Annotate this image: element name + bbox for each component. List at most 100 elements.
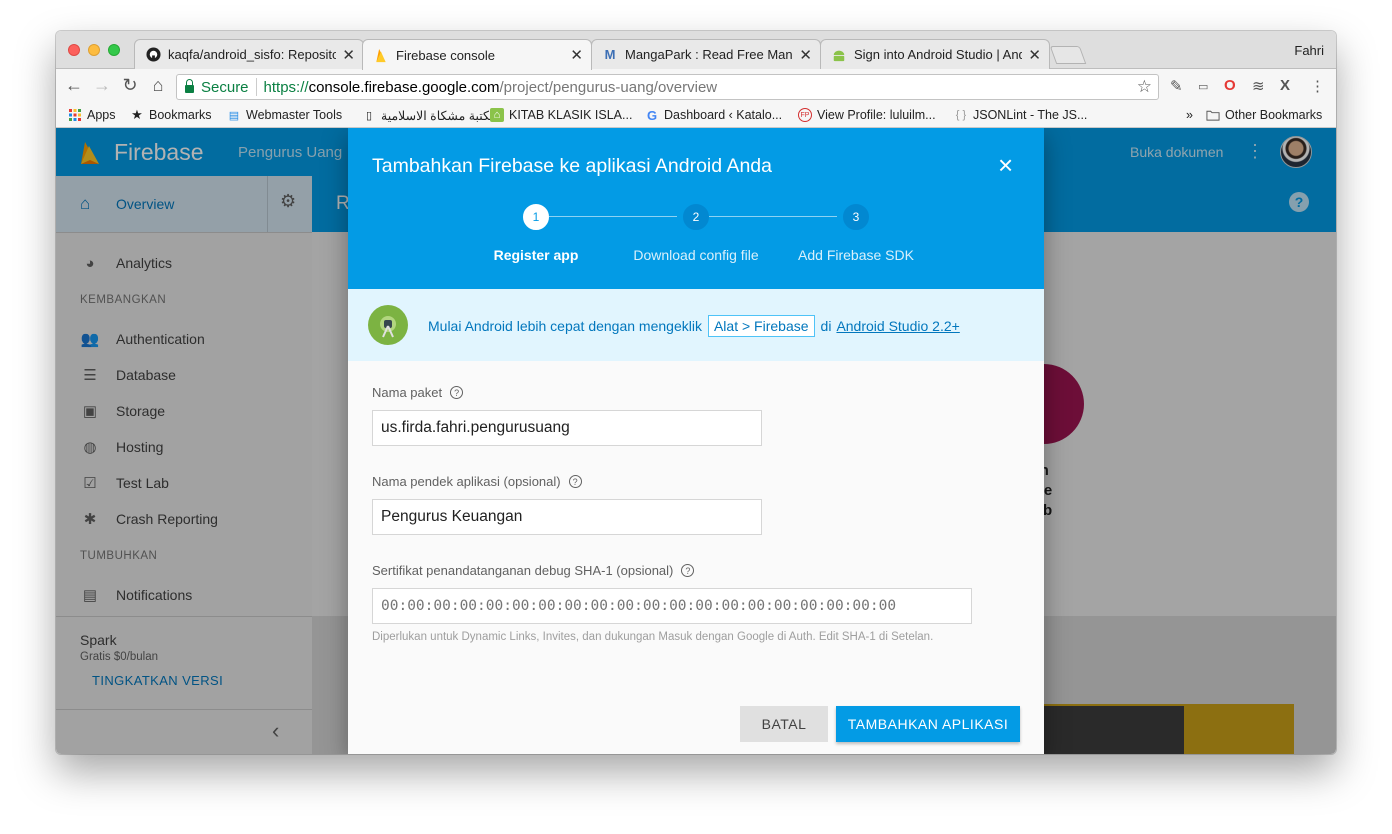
braces-icon: { } bbox=[955, 109, 967, 121]
bookmark-misykat[interactable]: ▯ مكتبة مشكاة الاسلامية bbox=[362, 108, 497, 123]
step-3-indicator: 3 bbox=[843, 204, 869, 230]
tab-firebase-console[interactable]: Firebase console ✕ bbox=[362, 39, 592, 70]
step-2-indicator: 2 bbox=[683, 204, 709, 230]
tab-strip: kaqfa/android_sisfo: Repository ✕ Fireba… bbox=[56, 31, 1336, 70]
reload-icon[interactable]: ↻ bbox=[118, 75, 142, 96]
browser-window: kaqfa/android_sisfo: Repository ✕ Fireba… bbox=[56, 31, 1336, 754]
mangapark-icon: M bbox=[604, 47, 616, 62]
google-icon: G bbox=[646, 107, 658, 123]
home-icon: ⌂ bbox=[490, 108, 504, 122]
overflow-chevron-icon: » bbox=[1186, 108, 1193, 122]
bookmark-label: JSONLint - The JS... bbox=[973, 108, 1088, 122]
help-circle-icon[interactable]: ? bbox=[450, 386, 464, 399]
step-3-label: Add Firebase SDK bbox=[798, 247, 914, 263]
step-2-label: Download config file bbox=[633, 247, 759, 263]
extension-icon[interactable]: ▭ bbox=[1198, 80, 1208, 93]
close-tab-icon[interactable]: ✕ bbox=[342, 46, 355, 64]
close-window-button[interactable] bbox=[68, 44, 80, 56]
bookmark-apps[interactable]: Apps bbox=[68, 108, 116, 122]
tab-github[interactable]: kaqfa/android_sisfo: Repository ✕ bbox=[134, 39, 364, 69]
zoom-window-button[interactable] bbox=[108, 44, 120, 56]
home-icon[interactable]: ⌂ bbox=[146, 75, 170, 96]
add-android-app-dialog: Tambahkan Firebase ke aplikasi Android A… bbox=[348, 128, 1044, 754]
address-bar[interactable]: Secure https:// console.firebase.google.… bbox=[176, 74, 1159, 100]
page-icon: ▯ bbox=[365, 110, 373, 122]
forward-arrow-icon[interactable]: → bbox=[90, 75, 114, 96]
bookmark-view-profile[interactable]: FP View Profile: luluilm... bbox=[798, 108, 936, 122]
github-icon bbox=[145, 47, 161, 63]
firebase-page: Firebase Pengurus Uang Buka dokumen ⋮ R … bbox=[56, 128, 1336, 754]
app-nickname-input[interactable] bbox=[372, 499, 762, 535]
url-host: console.firebase.google.com bbox=[308, 78, 500, 96]
menu-kebab-icon[interactable]: ⋮ bbox=[1310, 77, 1325, 95]
new-tab-button[interactable] bbox=[1049, 46, 1087, 64]
back-arrow-icon[interactable]: ← bbox=[62, 75, 86, 96]
url-scheme: https:// bbox=[263, 78, 309, 96]
sha1-input[interactable] bbox=[372, 588, 972, 624]
tab-mangapark[interactable]: M MangaPark : Read Free Manga ✕ bbox=[591, 39, 821, 69]
apps-grid-icon bbox=[68, 108, 82, 122]
fp-icon: FP bbox=[798, 108, 812, 122]
bookmark-kitab-klasik[interactable]: ⌂ KITAB KLASIK ISLA... bbox=[490, 108, 632, 122]
menu-path-chip: Alat > Firebase bbox=[707, 315, 815, 337]
eyedropper-icon[interactable]: ✎ bbox=[1170, 77, 1183, 95]
bookmark-jsonlint[interactable]: { } JSONLint - The JS... bbox=[954, 108, 1088, 122]
star-icon: ★ bbox=[131, 107, 143, 122]
add-app-button[interactable]: TAMBAHKAN APLIKASI bbox=[836, 706, 1020, 742]
help-circle-icon[interactable]: ? bbox=[568, 475, 582, 488]
bookmark-bookmarks[interactable]: ★ Bookmarks bbox=[130, 107, 211, 122]
close-icon[interactable]: × bbox=[998, 150, 1013, 181]
lock-icon bbox=[185, 78, 194, 93]
close-tab-icon[interactable]: ✕ bbox=[570, 46, 583, 64]
step-1-label: Register app bbox=[493, 247, 579, 263]
android-icon bbox=[831, 47, 847, 63]
step-1-indicator: 1 bbox=[523, 204, 549, 230]
profile-name[interactable]: Fahri bbox=[1294, 43, 1324, 58]
hint-middle: di bbox=[820, 318, 832, 334]
android-studio-link[interactable]: Android Studio 2.2+ bbox=[836, 318, 959, 334]
tab-android-studio[interactable]: Sign into Android Studio | Andr ✕ bbox=[820, 39, 1050, 69]
sha1-help-text: Diperlukan untuk Dynamic Links, Invites,… bbox=[372, 631, 934, 643]
browser-toolbar: ← → ↻ ⌂ Secure https:// console.firebase… bbox=[56, 69, 1336, 105]
bookmark-other[interactable]: Other Bookmarks bbox=[1206, 108, 1322, 122]
opera-icon[interactable]: O bbox=[1224, 77, 1236, 94]
bookmark-label: Apps bbox=[87, 108, 116, 122]
bookmark-dashboard[interactable]: G Dashboard ‹ Katalo... bbox=[645, 107, 783, 123]
hint-text: Mulai Android lebih cepat dengan mengekl… bbox=[428, 315, 960, 337]
bookmark-label: Dashboard ‹ Katalo... bbox=[664, 108, 783, 122]
bookmark-label: مكتبة مشكاة الاسلامية bbox=[381, 109, 497, 123]
dialog-title: Tambahkan Firebase ke aplikasi Android A… bbox=[372, 155, 772, 177]
folder-icon bbox=[1206, 108, 1220, 122]
package-name-input[interactable] bbox=[372, 410, 762, 446]
field-label: Nama paket bbox=[372, 385, 443, 400]
secure-indicator[interactable]: Secure bbox=[185, 78, 249, 96]
tab-title: Sign into Android Studio | Andr bbox=[854, 47, 1023, 62]
bookmark-label: KITAB KLASIK ISLA... bbox=[509, 108, 633, 122]
package-name-label: Nama paket ? bbox=[372, 385, 464, 400]
url-path: /project/pengurus-uang/overview bbox=[499, 78, 718, 96]
hint-prefix: Mulai Android lebih cepat dengan mengekl… bbox=[428, 318, 702, 334]
x-extension-icon[interactable]: X bbox=[1280, 77, 1290, 94]
sha1-label: Sertifikat penandatanganan debug SHA-1 (… bbox=[372, 563, 695, 578]
sync-icon[interactable]: ≋ bbox=[1252, 77, 1265, 95]
bookmarks-bar: Apps ★ Bookmarks ▤ Webmaster Tools ▯ مكت… bbox=[56, 105, 1336, 128]
dialog-header: Tambahkan Firebase ke aplikasi Android A… bbox=[348, 128, 1044, 289]
field-label: Sertifikat penandatanganan debug SHA-1 (… bbox=[372, 563, 674, 578]
field-label: Nama pendek aplikasi (opsional) bbox=[372, 474, 561, 489]
stepper-line bbox=[549, 216, 677, 217]
bookmark-label: View Profile: luluilm... bbox=[817, 108, 936, 122]
close-tab-icon[interactable]: ✕ bbox=[799, 46, 812, 64]
minimize-window-button[interactable] bbox=[88, 44, 100, 56]
bookmark-label: Webmaster Tools bbox=[246, 108, 343, 122]
bookmark-star-icon[interactable]: ☆ bbox=[1137, 77, 1152, 97]
bookmark-webmaster-tools[interactable]: ▤ Webmaster Tools bbox=[227, 108, 342, 122]
close-tab-icon[interactable]: ✕ bbox=[1028, 46, 1041, 64]
app-nickname-label: Nama pendek aplikasi (opsional) ? bbox=[372, 474, 582, 489]
cancel-button[interactable]: BATAL bbox=[740, 706, 828, 742]
bookmarks-overflow[interactable]: » bbox=[1186, 108, 1193, 122]
android-studio-hint: Mulai Android lebih cepat dengan mengekl… bbox=[348, 289, 1044, 361]
help-circle-icon[interactable]: ? bbox=[681, 564, 695, 577]
stepper-line bbox=[709, 216, 837, 217]
tab-title: Firebase console bbox=[396, 47, 495, 63]
secure-label: Secure bbox=[201, 78, 249, 96]
